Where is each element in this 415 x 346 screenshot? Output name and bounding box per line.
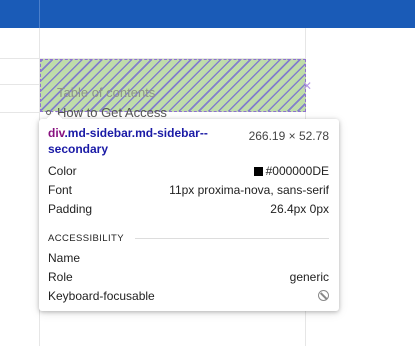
role-row: Role generic [48,270,329,288]
padding-label: Padding [48,202,93,216]
toc-link-how-to-get-access[interactable]: How to Get Access [57,105,167,120]
color-label: Color [48,164,77,178]
section-divider [135,238,329,239]
color-swatch-icon [253,167,263,176]
selector-class: .md-sidebar.md-sidebar--secondary [48,126,208,156]
name-row: Name [48,251,329,269]
close-icon: ✕ [302,79,313,93]
accessibility-heading: ACCESSIBILITY [48,233,124,244]
color-value: #000000DE [253,164,329,178]
padding-value: 26.4px 0px [270,202,329,216]
name-label: Name [48,251,81,265]
keyboard-focusable-label: Keyboard-focusable [48,289,155,303]
selector-tag: div [48,126,65,140]
table-of-contents-heading: Table of contents [57,85,156,100]
font-label: Font [48,183,73,197]
element-selector: div.md-sidebar.md-sidebar--secondary [48,125,223,157]
inspect-tooltip: div.md-sidebar.md-sidebar--secondary 266… [39,110,339,311]
padding-row: Padding 26.4px 0px [48,202,329,220]
color-value-text: #000000DE [265,164,329,178]
element-dimensions: 266.19 × 52.78 [248,129,329,143]
layout-divider [0,112,40,113]
keyboard-focusable-row: Keyboard-focusable [48,289,329,307]
font-row: Font 11px proxima-nova, sans-serif [48,183,329,201]
header-divider [39,0,40,28]
font-value: 11px proxima-nova, sans-serif [169,183,329,197]
header-bar [0,0,415,28]
role-label: Role [48,270,73,284]
color-row: Color #000000DE [48,164,329,182]
not-focusable-icon [318,290,329,301]
layout-divider [0,84,40,85]
role-value: generic [289,270,329,284]
